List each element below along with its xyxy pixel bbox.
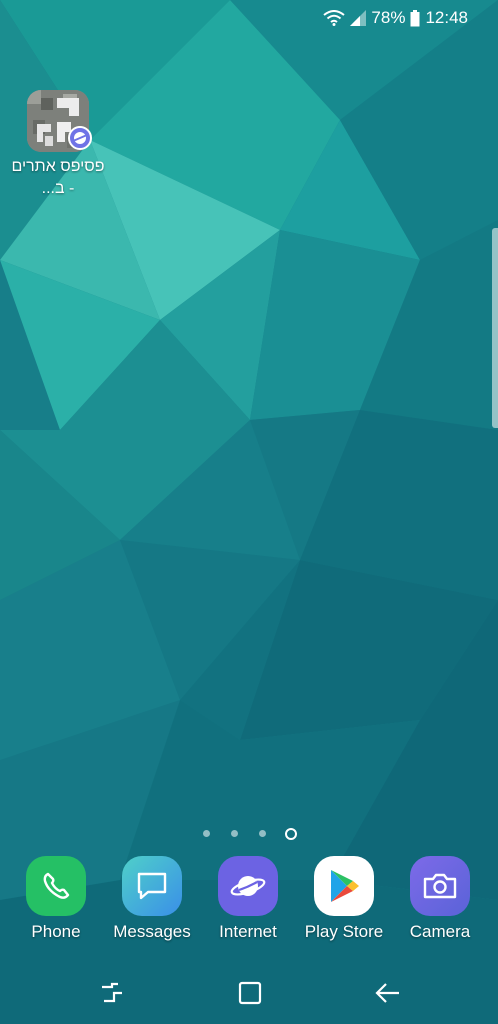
- clock: 12:48: [425, 8, 468, 27]
- app-label: Play Store: [304, 922, 384, 941]
- page-dot[interactable]: [231, 830, 238, 837]
- home-icon[interactable]: [232, 978, 268, 1008]
- camera-icon: [410, 856, 470, 916]
- phone-app[interactable]: Phone: [8, 856, 104, 942]
- app-label: Internet: [219, 922, 277, 941]
- app-label: Messages: [113, 922, 191, 941]
- dock: Phone Messages Internet Play Store Camer…: [0, 856, 498, 946]
- camera-app[interactable]: Camera: [392, 856, 488, 942]
- page-dot-current[interactable]: [285, 828, 297, 840]
- page-dot[interactable]: [259, 830, 266, 837]
- internet-badge-icon: [68, 126, 92, 150]
- battery-percent: 78%: [371, 8, 406, 27]
- app-label: Camera: [409, 922, 471, 941]
- page-indicator: [0, 826, 498, 840]
- wifi-icon: [323, 10, 346, 26]
- play-store-icon: [314, 856, 374, 916]
- signal-icon: [350, 10, 367, 26]
- play-store-app[interactable]: Play Store: [296, 856, 392, 942]
- page-dot[interactable]: [203, 830, 210, 837]
- messages-icon: [122, 856, 182, 916]
- back-icon[interactable]: [370, 978, 406, 1008]
- internet-app[interactable]: Internet: [200, 856, 296, 942]
- edge-panel-handle[interactable]: [492, 228, 498, 428]
- phone-icon: [26, 856, 86, 916]
- home-shortcut[interactable]: פסיפס אתרים - ב...: [10, 90, 106, 200]
- messages-app[interactable]: Messages: [104, 856, 200, 942]
- app-label: Phone: [31, 922, 81, 941]
- recent-apps-icon[interactable]: [94, 978, 130, 1008]
- battery-icon: [410, 9, 420, 27]
- internet-icon: [218, 856, 278, 916]
- status-icons: 78% 12:48: [323, 8, 468, 28]
- navigation-bar: [0, 968, 498, 1016]
- shortcut-label: פסיפס אתרים - ב...: [11, 158, 105, 197]
- status-bar: 78% 12:48: [0, 0, 498, 36]
